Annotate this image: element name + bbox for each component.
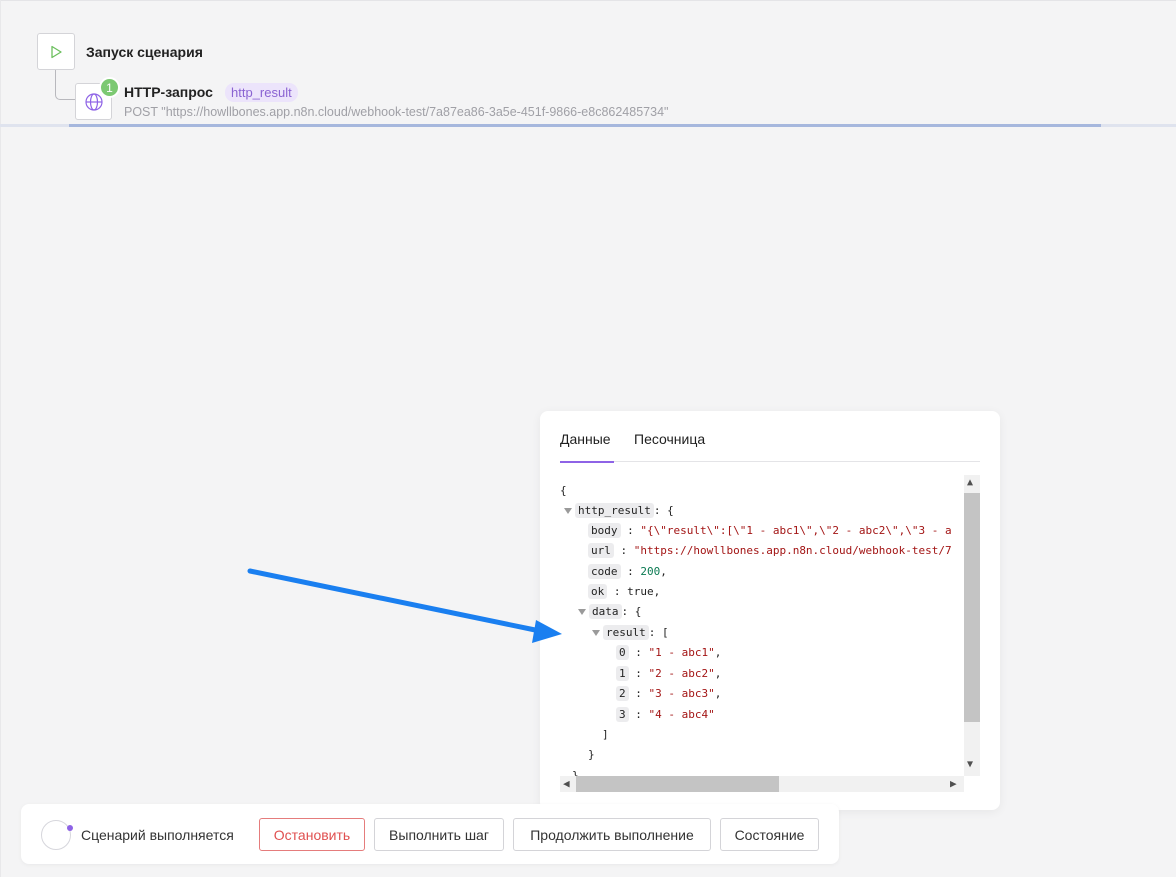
json-array-item: 1 : "2 - abc2", [616, 664, 721, 684]
data-panel: Данные Песочница { http_result: { body :… [540, 411, 1000, 810]
json-index: 0 [616, 645, 629, 660]
vertical-scrollbar[interactable]: ▲ ▼ [964, 475, 980, 776]
play-icon [51, 45, 62, 58]
json-key: http_result [575, 503, 654, 518]
json-value: "3 - abc3" [648, 687, 715, 700]
json-key: body [588, 523, 621, 538]
json-value: "1 - abc1" [648, 646, 715, 659]
json-index: 3 [616, 707, 629, 722]
scroll-up-icon[interactable]: ▲ [967, 477, 973, 488]
step-number-badge: 1 [99, 77, 120, 98]
json-line-result: result: [ [592, 623, 669, 643]
tree-connector [55, 70, 77, 100]
json-line-body: body : "{\"result\":[\"1 - abc1\",\"2 - … [588, 521, 952, 541]
json-array-item: 2 : "3 - abc3", [616, 684, 721, 704]
horizontal-scrollbar[interactable]: ◀ ▶ [560, 776, 964, 792]
json-index: 1 [616, 666, 629, 681]
json-punct: : { [621, 605, 642, 618]
stop-button[interactable]: Остановить [259, 818, 365, 851]
json-punct: , [714, 667, 722, 680]
json-value: "2 - abc2" [648, 667, 715, 680]
start-node-title: Запуск сценария [86, 44, 203, 60]
json-value: "https://howllbones.app.n8n.cloud/webhoo… [633, 544, 952, 557]
json-punct: : [ [648, 626, 669, 639]
active-tab-indicator [560, 461, 614, 463]
scroll-right-icon[interactable]: ▶ [950, 777, 957, 790]
json-line-data: data: { [578, 602, 641, 622]
run-step-button[interactable]: Выполнить шаг [374, 818, 504, 851]
start-node[interactable] [37, 33, 75, 70]
json-punct: : { [653, 504, 674, 517]
tab-sandbox-label: Песочница [634, 431, 706, 447]
json-value: 200 [640, 565, 661, 578]
http-node-title: HTTP-запрос [124, 84, 213, 100]
collapse-toggle-icon[interactable] [578, 609, 586, 615]
running-spinner-icon [41, 820, 71, 850]
json-close-bracket: ] [602, 728, 609, 741]
json-index: 2 [616, 686, 629, 701]
json-line-code: code : 200, [588, 562, 667, 582]
json-punct: , [714, 646, 722, 659]
json-lines: { http_result: { body : "{\"result\":[\"… [560, 481, 964, 776]
json-close-brace: } [588, 748, 595, 761]
json-open-brace: { [560, 484, 567, 497]
spinner-dot [67, 825, 73, 831]
collapse-toggle-icon[interactable] [592, 630, 600, 636]
json-punct: , [714, 687, 722, 700]
execution-progress-fill [69, 124, 1101, 127]
horizontal-scroll-thumb[interactable] [576, 776, 779, 792]
top-divider [0, 0, 1176, 1]
json-key: ok [588, 584, 608, 599]
json-line-http-result: http_result: { [564, 501, 674, 521]
continue-execution-button[interactable]: Продолжить выполнение [513, 818, 711, 851]
json-key: result [603, 625, 649, 640]
collapse-toggle-icon[interactable] [564, 508, 572, 514]
json-viewer[interactable]: { http_result: { body : "{\"result\":[\"… [560, 475, 980, 792]
execution-status: Сценарий выполняется [81, 827, 234, 843]
tab-data-label: Данные [560, 431, 611, 447]
json-key: data [589, 604, 622, 619]
json-array-item: 0 : "1 - abc1", [616, 643, 721, 663]
json-array-item: 3 : "4 - abc4" [616, 705, 715, 725]
json-key: code [588, 564, 621, 579]
panel-tabs: Данные Песочница [560, 429, 980, 463]
vertical-scroll-thumb[interactable] [964, 493, 980, 722]
json-value: "4 - abc4" [648, 708, 715, 721]
json-value: "{\"result\":[\"1 - abc1\",\"2 - abc2\",… [640, 524, 952, 537]
json-key: url [588, 543, 614, 558]
scroll-down-icon[interactable]: ▼ [967, 759, 973, 770]
http-request-summary: POST "https://howllbones.app.n8n.cloud/w… [124, 105, 669, 119]
tab-data[interactable]: Данные [560, 431, 611, 447]
json-close-root: } [572, 769, 579, 776]
left-divider [0, 0, 1, 877]
json-line-url: url : "https://howllbones.app.n8n.cloud/… [588, 541, 952, 561]
result-variable-tag: http_result [225, 83, 298, 102]
json-line-ok: ok : true, [588, 582, 660, 602]
tab-sandbox[interactable]: Песочница [634, 431, 705, 447]
scroll-left-icon[interactable]: ◀ [563, 777, 570, 790]
state-button[interactable]: Состояние [720, 818, 819, 851]
globe-icon [84, 92, 103, 111]
execution-control-bar: Сценарий выполняется Остановить Выполнит… [21, 804, 839, 864]
json-value: true [627, 585, 654, 598]
scenario-canvas: Запуск сценария 1 HTTP-запрос http_resul… [0, 0, 1176, 877]
